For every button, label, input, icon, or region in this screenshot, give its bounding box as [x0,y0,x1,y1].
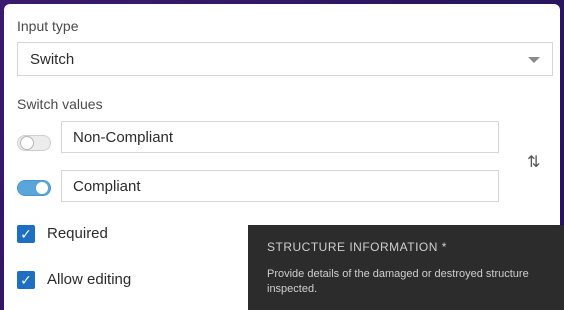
input-type-dropdown[interactable]: Switch [17,42,553,76]
tooltip-title: STRUCTURE INFORMATION * [267,240,447,254]
off-switch-toggle[interactable] [17,135,51,151]
required-label: Required [47,225,108,242]
toggle-knob [20,136,34,150]
chevron-down-icon [528,57,540,63]
allow-editing-checkbox[interactable]: ✓ [17,271,35,289]
off-value-text: Non-Compliant [73,129,174,146]
required-checkbox[interactable]: ✓ [17,225,35,243]
on-value-text: Compliant [73,178,141,195]
on-switch-toggle[interactable] [17,180,51,196]
toggle-knob [36,182,48,194]
tooltip-description: Provide details of the damaged or destro… [267,268,529,295]
input-type-label: Input type [17,18,79,34]
switch-values-label: Switch values [17,96,103,112]
allow-editing-label: Allow editing [47,271,132,288]
input-type-selected-value: Switch [30,51,75,68]
field-preview-tooltip: STRUCTURE INFORMATION * Provide details … [248,225,564,310]
swap-values-icon[interactable]: ⇅ [527,152,540,172]
off-value-input[interactable]: Non-Compliant [61,121,499,153]
on-value-input[interactable]: Compliant [61,170,499,202]
